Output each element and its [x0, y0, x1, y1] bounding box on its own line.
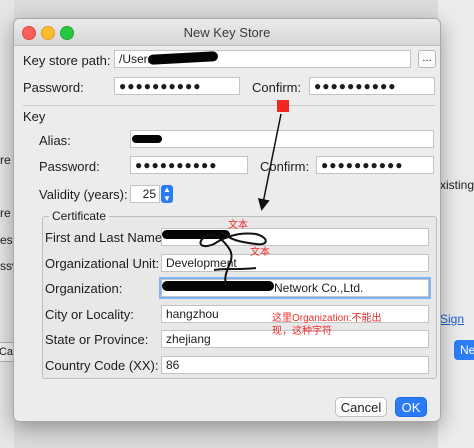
annotation-scribble: [199, 231, 267, 286]
annotation-arrow: [257, 113, 282, 211]
organization-note-line2: 现，这种字符: [272, 326, 332, 337]
organization-note: 这里Organization:不能出 现，这种字符: [272, 312, 381, 338]
annotation-scribble-2: [213, 267, 257, 271]
annotation-text-1: 文本: [228, 220, 248, 231]
annotation-text-2: 文本: [250, 247, 270, 258]
organization-note-line1: 这里Organization:不能出: [272, 313, 382, 324]
